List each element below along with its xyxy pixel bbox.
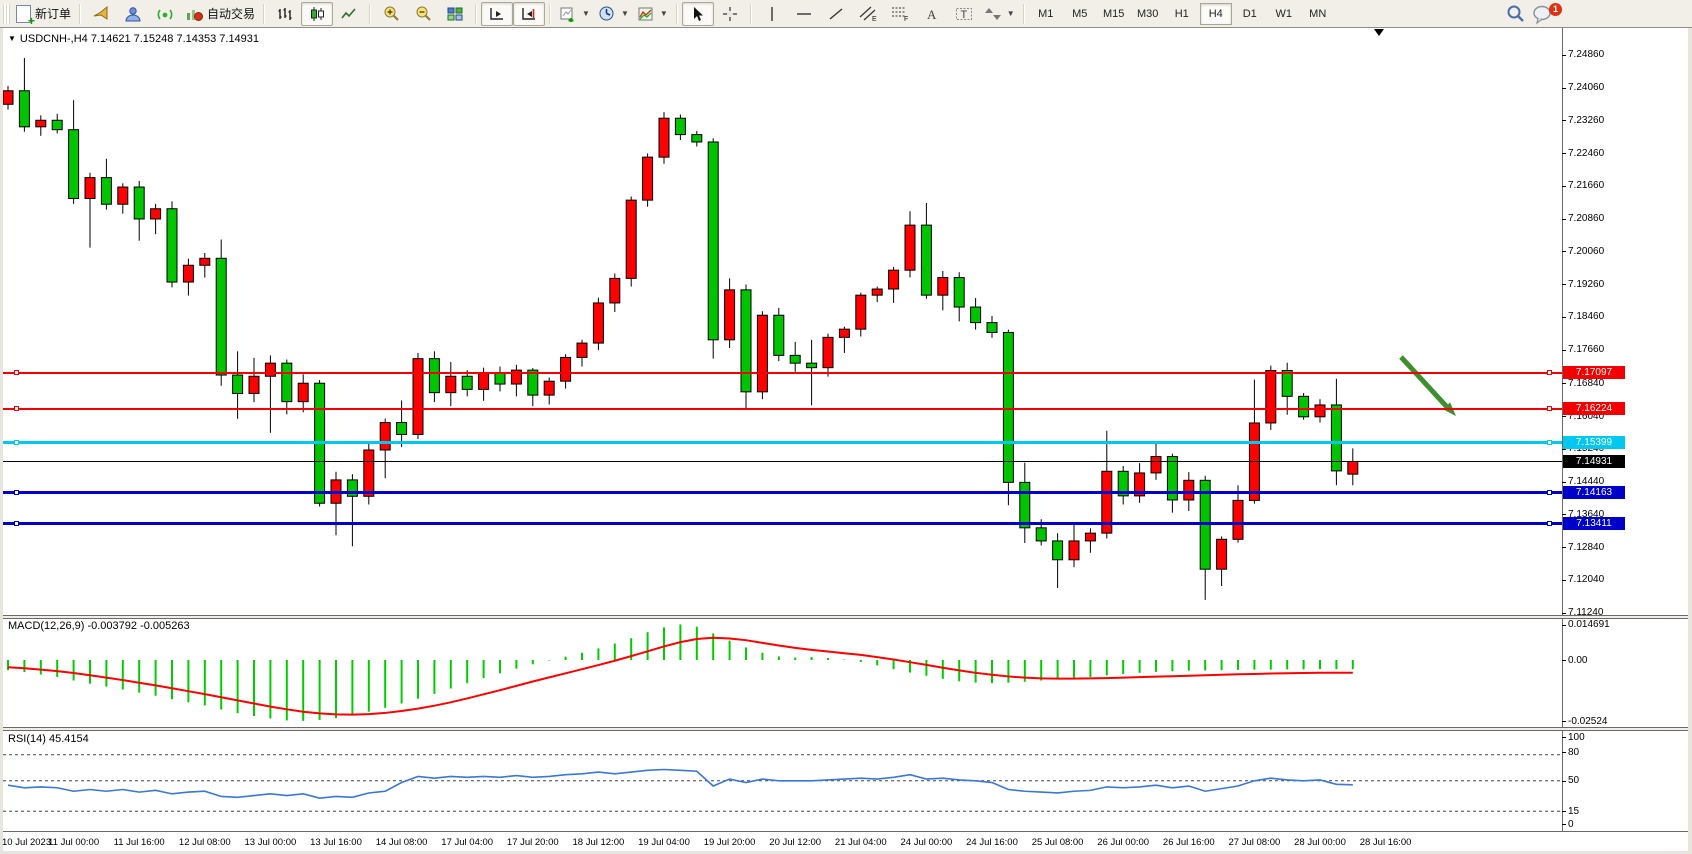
line-edit-handle[interactable] xyxy=(14,370,19,375)
price-axis-tick xyxy=(1562,186,1566,187)
horizontal-level-line[interactable] xyxy=(3,441,1562,444)
rsi-axis-tick-label: 50 xyxy=(1568,775,1579,786)
horizontal-level-line[interactable] xyxy=(3,408,1562,410)
rsi-axis-tick xyxy=(1562,811,1566,812)
search-icon[interactable] xyxy=(1506,4,1526,24)
chart-shift-marker[interactable] xyxy=(1374,29,1384,36)
price-axis-tick-label: 7.12040 xyxy=(1568,574,1604,585)
price-axis-tick-label: 7.21660 xyxy=(1568,180,1604,191)
price-axis-tick xyxy=(1562,251,1566,252)
rsi-indicator-label: RSI(14) 45.4154 xyxy=(8,733,89,745)
line-edit-handle[interactable] xyxy=(1547,490,1552,495)
time-axis-label: 28 Jul 16:00 xyxy=(1344,837,1428,848)
price-axis-tick xyxy=(1562,482,1566,483)
price-level-flag: 7.13411 xyxy=(1563,517,1625,530)
quote-line[interactable]: ▼ USDCNH-,H4 7.14621 7.15248 7.14353 7.14… xyxy=(8,33,259,45)
price-axis-tick-label: 7.19260 xyxy=(1568,279,1604,290)
macd-axis-tick-label: 0.00 xyxy=(1568,655,1587,666)
horizontal-level-line[interactable] xyxy=(3,491,1562,494)
macd-axis-tick xyxy=(1562,721,1566,722)
price-axis-tick xyxy=(1562,350,1566,351)
price-axis-tick-label: 7.11240 xyxy=(1568,607,1603,618)
line-edit-handle[interactable] xyxy=(1547,406,1552,411)
macd-axis-tick-label: 0.014691 xyxy=(1568,619,1610,630)
line-edit-handle[interactable] xyxy=(14,406,19,411)
price-level-flag: 7.14163 xyxy=(1563,486,1625,499)
line-edit-handle[interactable] xyxy=(14,521,19,526)
price-level-flag: 7.16224 xyxy=(1563,402,1625,415)
price-axis-tick xyxy=(1562,613,1566,614)
price-axis-tick-label: 7.12840 xyxy=(1568,542,1604,553)
rsi-series xyxy=(3,755,1562,812)
line-edit-handle[interactable] xyxy=(1547,370,1552,375)
macd-axis-tick xyxy=(1562,625,1566,626)
price-level-flag: 7.17097 xyxy=(1563,366,1625,379)
mt4-terminal-window: 新订单 自动交易 xyxy=(0,0,1692,854)
price-axis-tick-label: 7.20860 xyxy=(1568,213,1604,224)
macd-axis-tick xyxy=(1562,660,1566,661)
price-axis-tick-label: 7.18460 xyxy=(1568,311,1604,322)
price-axis-tick xyxy=(1562,120,1566,121)
line-edit-handle[interactable] xyxy=(1547,440,1552,445)
rsi-axis-tick xyxy=(1562,752,1566,753)
rsi-axis-tick xyxy=(1562,824,1566,825)
price-axis-tick-label: 7.22460 xyxy=(1568,148,1604,159)
rsi-axis-tick-label: 100 xyxy=(1568,732,1585,743)
chart-plot[interactable] xyxy=(0,0,1692,854)
price-axis-tick xyxy=(1562,514,1566,515)
line-edit-handle[interactable] xyxy=(14,490,19,495)
line-edit-handle[interactable] xyxy=(14,440,19,445)
price-axis-tick xyxy=(1562,55,1566,56)
macd-indicator-label: MACD(12,26,9) -0.003792 -0.005263 xyxy=(8,620,190,632)
price-axis-tick xyxy=(1562,317,1566,318)
price-axis-tick xyxy=(1562,580,1566,581)
current-price-line[interactable] xyxy=(3,461,1562,462)
price-axis-tick xyxy=(1562,284,1566,285)
horizontal-level-line[interactable] xyxy=(3,522,1562,525)
price-axis-tick-label: 7.20060 xyxy=(1568,246,1604,257)
price-axis-tick-label: 7.24860 xyxy=(1568,49,1604,60)
price-axis-tick xyxy=(1562,219,1566,220)
price-axis-tick xyxy=(1562,449,1566,450)
price-level-flag: 7.15399 xyxy=(1563,436,1625,449)
rsi-axis-tick-label: 80 xyxy=(1568,747,1579,758)
rsi-axis-tick xyxy=(1562,737,1566,738)
price-axis-tick-label: 7.23260 xyxy=(1568,115,1604,126)
rsi-axis-tick-label: 0 xyxy=(1568,819,1574,830)
price-axis-tick-label: 7.17660 xyxy=(1568,344,1604,355)
notification-badge[interactable]: 1 xyxy=(1549,3,1562,16)
price-axis-tick-label: 7.14440 xyxy=(1568,476,1604,487)
price-axis-tick xyxy=(1562,416,1566,417)
price-axis-tick-label: 7.16840 xyxy=(1568,378,1604,389)
macd-axis-tick-label: -0.02524 xyxy=(1568,716,1607,727)
price-axis-tick-label: 7.24060 xyxy=(1568,82,1604,93)
horizontal-level-line[interactable] xyxy=(3,372,1562,374)
price-axis-tick xyxy=(1562,547,1566,548)
price-axis-tick xyxy=(1562,383,1566,384)
line-edit-handle[interactable] xyxy=(1547,521,1552,526)
price-axis-tick xyxy=(1562,88,1566,89)
macd-series xyxy=(8,624,1353,720)
rsi-axis-tick-label: 15 xyxy=(1568,806,1579,817)
quote-text: USDCNH-,H4 7.14621 7.15248 7.14353 7.149… xyxy=(20,33,259,45)
candlestick-series xyxy=(3,58,1358,600)
price-level-flag: 7.14931 xyxy=(1563,455,1625,468)
symbol-dropdown-icon[interactable]: ▼ xyxy=(8,34,16,43)
rsi-axis-tick xyxy=(1562,781,1566,782)
price-axis-tick xyxy=(1562,153,1566,154)
